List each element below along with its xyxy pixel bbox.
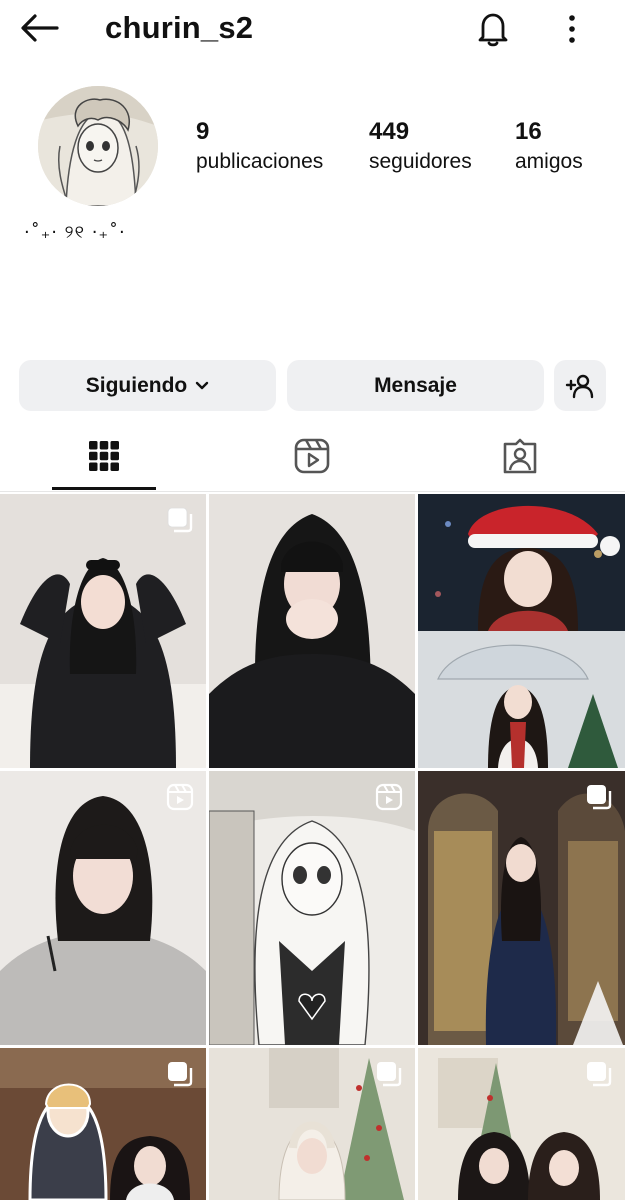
carousel-icon [377, 1062, 402, 1087]
more-vertical-icon [569, 15, 575, 43]
stat-friends-label: amigos [515, 150, 583, 173]
tab-reels[interactable] [260, 422, 364, 490]
stat-posts-label: publicaciones [196, 150, 324, 173]
back-button[interactable] [16, 8, 62, 48]
carousel-icon [167, 507, 193, 533]
following-button-label: Siguiendo [85, 373, 188, 397]
post-photo [209, 771, 415, 1045]
back-arrow-icon [21, 14, 59, 42]
grid-icon [89, 441, 119, 471]
profile-tabs [0, 422, 625, 492]
reel-icon [375, 783, 403, 811]
notifications-button[interactable] [470, 6, 516, 52]
stat-followers-value: 449 [369, 118, 410, 145]
tab-tagged[interactable] [468, 422, 572, 490]
reels-icon [294, 438, 330, 474]
post-photo [0, 494, 206, 768]
top-bar: churin_s2 [0, 0, 625, 58]
suggested-users-button[interactable] [554, 360, 606, 411]
more-options-button[interactable] [552, 6, 592, 52]
carousel-icon [168, 1062, 193, 1087]
add-user-icon [565, 374, 594, 398]
reel-icon [166, 783, 194, 811]
post-photo [418, 494, 625, 768]
stat-posts[interactable]: 9 publicaciones [196, 117, 323, 177]
chevron-down-icon [196, 381, 209, 389]
stat-friends[interactable]: 16 amigos [515, 117, 583, 177]
profile-avatar[interactable] [38, 86, 158, 206]
tagged-icon [503, 438, 537, 474]
profile-bio: ·˚₊· ୨୧ ·₊˚· [24, 222, 126, 243]
post-photo [0, 771, 206, 1045]
carousel-icon [587, 785, 612, 810]
grid-post[interactable] [418, 1048, 625, 1200]
grid-post[interactable] [209, 494, 415, 768]
grid-post[interactable] [418, 494, 625, 768]
grid-post[interactable] [0, 771, 206, 1045]
post-photo [418, 771, 625, 1045]
bell-icon [478, 13, 508, 47]
message-button[interactable]: Mensaje [287, 360, 544, 411]
stat-followers[interactable]: 449 seguidores [369, 117, 472, 177]
grid-post[interactable] [418, 771, 625, 1045]
grid-post[interactable] [0, 494, 206, 768]
grid-post[interactable] [0, 1048, 206, 1200]
post-photo [209, 494, 415, 768]
stat-friends-value: 16 [515, 118, 542, 145]
stat-followers-label: seguidores [369, 150, 472, 173]
grid-post[interactable] [209, 1048, 415, 1200]
following-button[interactable]: Siguiendo [19, 360, 276, 411]
grid-post[interactable] [209, 771, 415, 1045]
profile-username: churin_s2 [105, 10, 254, 45]
avatar-illustration [38, 86, 158, 206]
tab-grid[interactable] [52, 422, 156, 490]
stat-posts-value: 9 [196, 118, 210, 145]
message-button-label: Mensaje [374, 373, 457, 397]
active-tab-indicator [52, 487, 156, 490]
carousel-icon [587, 1062, 612, 1087]
